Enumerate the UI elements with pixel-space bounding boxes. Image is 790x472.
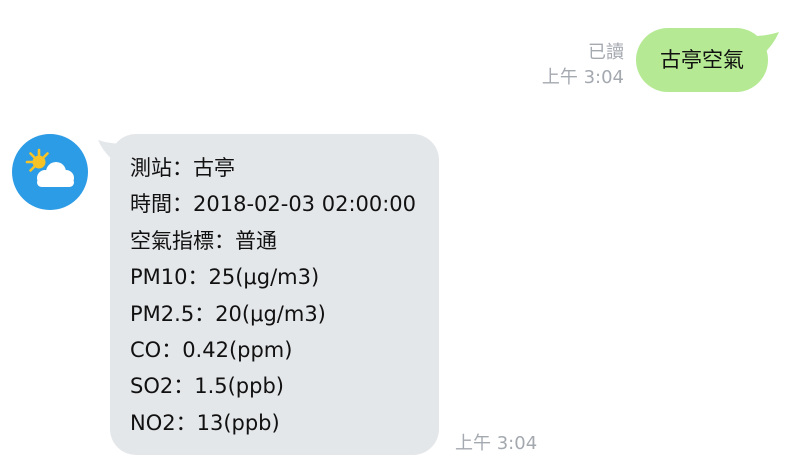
- bubble-tail-icon: [98, 140, 126, 164]
- outgoing-timestamp: 上午 3:04: [541, 67, 624, 88]
- bot-avatar[interactable]: [12, 134, 88, 210]
- no2-line: NO2：13(ppb): [130, 410, 280, 435]
- outgoing-message: 已讀 上午 3:04 古亭空氣: [542, 28, 779, 92]
- chat-view: 已讀 上午 3:04 古亭空氣 測站：古亭 時間：2018-02-03 02:0…: [0, 0, 790, 472]
- time-line: 時間：2018-02-03 02:00:00: [130, 192, 417, 217]
- pm10-line: PM10：25(μg/m3): [130, 265, 320, 290]
- incoming-bubble[interactable]: 測站：古亭 時間：2018-02-03 02:00:00 空氣指標：普通 PM1…: [98, 134, 439, 456]
- bubble-tail-icon: [753, 32, 779, 56]
- co-line: CO：0.42(ppm): [130, 337, 293, 362]
- outgoing-message-meta: 已讀 上午 3:04: [542, 40, 624, 90]
- partly-cloudy-weather-icon: [25, 148, 74, 187]
- station-line: 測站：古亭: [130, 156, 235, 180]
- incoming-timestamp: 上午 3:04: [455, 433, 538, 455]
- outgoing-bubble[interactable]: 古亭空氣: [636, 28, 779, 92]
- so2-line: SO2：1.5(ppb): [130, 374, 284, 399]
- outgoing-message-text: 古亭空氣: [660, 48, 744, 72]
- incoming-message: 測站：古亭 時間：2018-02-03 02:00:00 空氣指標：普通 PM1…: [12, 134, 538, 456]
- aqi-line: 空氣指標：普通: [130, 228, 277, 253]
- read-status: 已讀: [588, 42, 624, 63]
- pm25-line: PM2.5：20(μg/m3): [130, 301, 326, 326]
